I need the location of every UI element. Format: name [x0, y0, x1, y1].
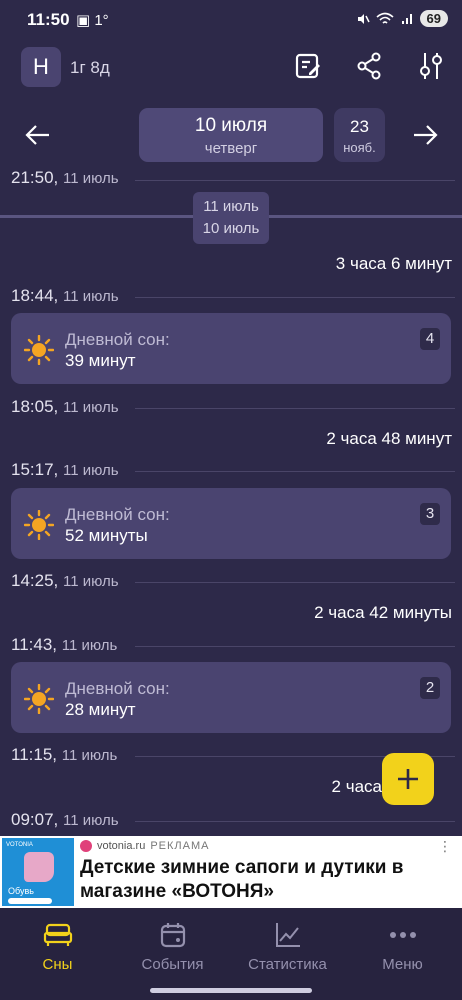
- signal-icon: [401, 13, 412, 24]
- filter-settings-button[interactable]: [415, 50, 447, 82]
- bed-icon: [43, 923, 72, 946]
- nap-number-badge: 3: [420, 503, 440, 525]
- next-date-day: 23: [350, 117, 369, 136]
- timeline-time: 11:15, 11 июль: [11, 745, 118, 764]
- nap-card[interactable]: Дневной сон: 52 минуты 3: [11, 488, 451, 559]
- current-date-selector[interactable]: 10 июля четверг: [139, 108, 323, 162]
- share-button[interactable]: [353, 50, 385, 82]
- nav-sleep-label: Сны: [42, 956, 73, 973]
- battery-level: 69: [419, 10, 448, 27]
- ad-image-caption: Обувь: [8, 886, 34, 896]
- status-time: 11:50: [27, 10, 70, 29]
- child-avatar[interactable]: Н: [21, 47, 61, 87]
- ad-more-icon[interactable]: ⋮: [438, 838, 452, 855]
- nav-statistics[interactable]: Статистика: [230, 918, 345, 973]
- votonia-logo-icon: [80, 840, 92, 852]
- current-weekday: четверг: [204, 140, 258, 157]
- sliders-icon: [420, 53, 442, 79]
- timeline-time: 18:44, 11 июль: [11, 286, 119, 305]
- arrow-left-icon: [25, 125, 49, 145]
- nap-number-badge: 4: [420, 328, 440, 350]
- previous-day-button[interactable]: [23, 120, 53, 150]
- ad-source: votonia.ru РЕКЛАМА: [80, 840, 209, 852]
- timeline-line: [135, 408, 455, 409]
- boot-image: [24, 852, 54, 882]
- nav-sleep[interactable]: Сны: [0, 918, 115, 973]
- child-age: 1г 8д: [70, 58, 110, 77]
- nap-label: Дневной сон:: [65, 505, 170, 524]
- status-extra: ▣ 1°: [76, 12, 109, 29]
- timeline-line: [135, 180, 455, 181]
- mute-icon: [357, 13, 370, 24]
- timeline-line: [135, 821, 455, 822]
- nap-duration: 39 минут: [65, 351, 136, 370]
- add-event-button[interactable]: [382, 753, 434, 805]
- timeline-line: [135, 582, 455, 583]
- current-date: 10 июля: [194, 115, 268, 136]
- timeline-line: [135, 297, 455, 298]
- nav-events[interactable]: События: [115, 918, 230, 973]
- night-chip-start: 10 июль: [202, 220, 260, 237]
- nap-number-badge: 2: [420, 677, 440, 699]
- edit-note-icon: [295, 53, 320, 79]
- wake-duration: 2 часа 42 минуты: [314, 603, 452, 622]
- sun-icon: [24, 684, 54, 714]
- wifi-icon: [376, 12, 394, 24]
- next-date-chip[interactable]: 23 нояб.: [334, 108, 385, 162]
- nap-card[interactable]: Дневной сон: 39 минут 4: [11, 313, 451, 384]
- nap-label: Дневной сон:: [65, 679, 170, 698]
- wake-duration: 2 часа 48 минут: [326, 429, 452, 448]
- night-chip-end: 11 июль: [203, 198, 259, 215]
- status-bar: 11:50 ▣ 1° 69: [0, 0, 462, 40]
- sun-icon: [24, 510, 54, 540]
- wake-duration: 2 часа: [331, 777, 382, 796]
- calendar-icon: [160, 923, 185, 948]
- next-date-month: нояб.: [343, 140, 376, 155]
- bottom-navigation: Сны События Статистика Меню: [0, 908, 462, 1000]
- ad-image-brand: VOTONIA: [6, 842, 33, 848]
- share-icon: [357, 52, 381, 80]
- timeline-line: [135, 646, 455, 647]
- ad-image[interactable]: VOTONIA Обувь: [2, 838, 74, 906]
- edit-note-button[interactable]: [292, 50, 324, 82]
- ad-image-pill: [8, 898, 52, 904]
- status-icons: 69: [356, 10, 448, 27]
- timeline-time: 15:17, 11 июль: [11, 460, 119, 479]
- night-sleep-chip[interactable]: 11 июль 10 июль: [193, 192, 269, 244]
- arrow-right-icon: [414, 125, 438, 145]
- ad-banner[interactable]: VOTONIA Обувь votonia.ru РЕКЛАМА Детские…: [0, 836, 462, 908]
- ad-sponsored-label: РЕКЛАМА: [150, 840, 210, 852]
- nav-statistics-label: Статистика: [248, 956, 327, 973]
- timeline-line: [135, 471, 455, 472]
- nav-events-label: События: [141, 956, 204, 973]
- nav-menu[interactable]: Меню: [345, 918, 460, 973]
- nap-label: Дневной сон:: [65, 330, 170, 349]
- timeline-time: 09:07, 11 июль: [11, 810, 119, 829]
- wake-duration: 3 часа 6 минут: [335, 254, 452, 273]
- timeline-time: 11:43, 11 июль: [11, 635, 118, 654]
- chart-icon: [275, 923, 300, 947]
- plus-icon: [398, 769, 418, 789]
- next-day-button[interactable]: [410, 120, 440, 150]
- ad-domain: votonia.ru: [97, 840, 146, 852]
- ad-title[interactable]: Детские зимние сапоги и дутики в магазин…: [80, 856, 440, 904]
- more-dots-icon: [389, 932, 416, 938]
- nap-duration: 28 минут: [65, 700, 136, 719]
- sun-icon: [24, 335, 54, 365]
- timeline-time: 14:25, 11 июль: [11, 571, 119, 590]
- nap-card[interactable]: Дневной сон: 28 минут 2: [11, 662, 451, 733]
- nap-duration: 52 минуты: [65, 526, 148, 545]
- timeline-time: 18:05, 11 июль: [11, 397, 119, 416]
- gesture-bar[interactable]: [150, 988, 312, 993]
- timeline-time: 21:50, 11 июль: [11, 168, 119, 187]
- nav-menu-label: Меню: [382, 956, 423, 973]
